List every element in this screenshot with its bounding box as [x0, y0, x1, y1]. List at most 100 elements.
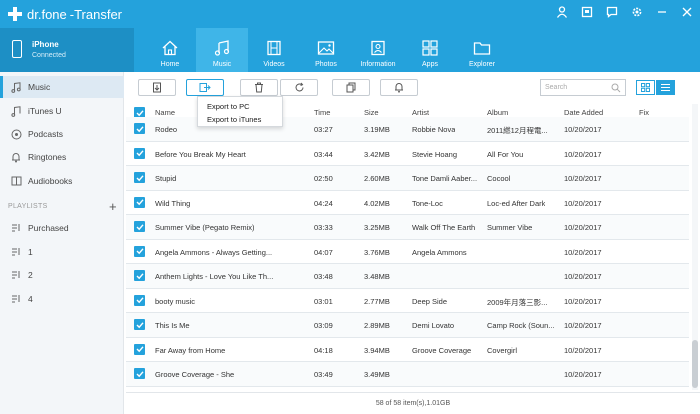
search-input[interactable]: Search: [540, 79, 626, 96]
contact-icon: [371, 40, 385, 56]
check-icon: [136, 297, 144, 304]
tab-home[interactable]: Home: [144, 28, 196, 72]
cell-album: 2009年月落三影...: [487, 297, 548, 307]
feedback-icon[interactable]: [605, 5, 619, 19]
close-icon[interactable]: [680, 5, 694, 19]
table-row[interactable]: Summer Vibe (Pegato Remix) 03:33 3.25MB Wal…: [126, 215, 689, 240]
sidebar-item-label: 2: [28, 270, 33, 280]
check-icon: [136, 272, 144, 279]
column-name[interactable]: Name: [155, 108, 175, 117]
column-size[interactable]: Size: [364, 108, 379, 117]
cell-date-added: 10/20/2017: [564, 370, 602, 379]
search-icon[interactable]: [611, 83, 621, 93]
cell-time: 03:48: [314, 272, 333, 281]
table-row[interactable]: booty music 03:01 2.77MB Deep Side 2009年月落三影…: [126, 289, 689, 313]
deduplicate-button[interactable]: [332, 79, 370, 96]
export-button[interactable]: [186, 79, 224, 96]
music-icon: [214, 40, 230, 56]
tab-music[interactable]: Music: [196, 28, 248, 72]
sidebar-item-music[interactable]: Music: [0, 76, 124, 98]
tab-apps[interactable]: Apps: [404, 28, 456, 72]
cell-name: Anthem Lights - Love You Like Th...: [155, 272, 274, 281]
row-checkbox[interactable]: [134, 123, 145, 134]
table-row[interactable]: Groove Coverage - She 03:49 3.49MB 10/20/20…: [126, 362, 689, 387]
tab-videos[interactable]: Videos: [248, 28, 300, 72]
tab-information[interactable]: Information: [352, 28, 404, 72]
refresh-button[interactable]: [280, 79, 318, 96]
column-album[interactable]: Album: [487, 108, 508, 117]
table-row[interactable]: Wild Thing 04:24 4.02MB Tone-Loc Loc-ed Afte…: [126, 191, 689, 215]
row-checkbox[interactable]: [134, 245, 145, 257]
row-checkbox[interactable]: [134, 196, 145, 208]
cell-album: Loc-ed After Dark: [487, 198, 546, 208]
row-checkbox[interactable]: [134, 221, 145, 232]
check-icon: [136, 199, 144, 206]
list-view-icon: [661, 84, 670, 91]
cell-name: Angela Ammons - Always Getting...: [155, 247, 273, 257]
column-artist[interactable]: Artist: [412, 108, 429, 117]
table-row[interactable]: Stupid 02:50 2.60MB Tone Damli Aaber... Coco…: [126, 166, 689, 191]
list-view-button[interactable]: [656, 80, 675, 95]
user-icon[interactable]: [555, 5, 569, 19]
row-checkbox[interactable]: [134, 147, 145, 159]
copy-icon: [346, 82, 356, 93]
sidebar-item-label: 4: [28, 294, 33, 304]
add-playlist-icon[interactable]: +: [109, 199, 117, 214]
row-checkbox[interactable]: [134, 343, 145, 355]
scrollbar-thumb[interactable]: [692, 340, 698, 388]
minimize-icon[interactable]: [655, 5, 669, 19]
cell-name: Stupid: [155, 174, 177, 183]
table-row[interactable]: Angela Ammons - Always Getting... 04:07 3.…: [126, 240, 689, 264]
cell-size: 3.19MB: [364, 125, 390, 134]
row-checkbox[interactable]: [134, 368, 145, 379]
cell-name: Groove Coverage - She: [155, 370, 235, 379]
delete-button[interactable]: [240, 79, 278, 96]
settings-gear-icon[interactable]: [630, 5, 644, 19]
export-menu: Export to PC Export to iTunes: [197, 96, 283, 127]
table-row[interactable]: Before You Break My Heart 03:44 3.42MB Stev…: [126, 142, 689, 166]
ringtone-maker-button[interactable]: [380, 79, 418, 96]
table-row[interactable]: Far Away from Home 04:18 3.94MB Groove Cove…: [126, 338, 689, 362]
cell-size: 3.76MB: [364, 247, 390, 257]
cell-time: 04:07: [314, 247, 333, 257]
grid-view-button[interactable]: [636, 80, 655, 95]
podcast-icon: [10, 129, 22, 140]
device-panel[interactable]: iPhone Connected: [0, 28, 134, 72]
sidebar-item-itunes-u[interactable]: iTunes U: [0, 100, 124, 122]
sidebar-item-podcasts[interactable]: Podcasts: [0, 123, 124, 145]
tab-explorer[interactable]: Explorer: [456, 28, 508, 72]
column-time[interactable]: Time: [314, 108, 330, 117]
playlist-item-1[interactable]: 1: [0, 241, 124, 263]
column-date-added[interactable]: Date Added: [564, 108, 603, 117]
cell-name: Far Away from Home: [155, 345, 226, 355]
row-checkbox[interactable]: [134, 270, 145, 281]
sidebar-item-label: Podcasts: [28, 129, 63, 139]
cell-artist: Tone Damli Aaber...: [412, 174, 478, 183]
status-text: 58 of 58 item(s),1.01GB: [375, 400, 451, 407]
cell-date-added: 10/20/2017: [564, 174, 602, 183]
refresh-icon: [295, 82, 303, 92]
sidebar-item-audiobooks[interactable]: Audiobooks: [0, 170, 124, 192]
toolbox-icon[interactable]: [580, 5, 594, 19]
column-fix[interactable]: Fix: [639, 108, 649, 117]
row-checkbox[interactable]: [134, 294, 145, 306]
export-to-pc-item[interactable]: Export to PC: [207, 102, 250, 111]
row-checkbox[interactable]: [134, 319, 145, 330]
playlist-item-4[interactable]: 4: [0, 288, 124, 310]
add-button[interactable]: [138, 79, 176, 96]
cell-date-added: 10/20/2017: [564, 125, 602, 134]
search-placeholder: Search: [545, 84, 568, 91]
sidebar-item-label: Purchased: [28, 223, 69, 233]
row-checkbox[interactable]: [134, 172, 145, 183]
check-icon: [136, 109, 144, 116]
tab-photos[interactable]: Photos: [300, 28, 352, 72]
table-row[interactable]: This Is Me 03:09 2.89MB Demi Lovato Camp Roc…: [126, 313, 689, 338]
itunes-u-icon: [10, 105, 22, 117]
table-row[interactable]: Anthem Lights - Love You Like Th... 03:48…: [126, 264, 689, 289]
playlist-item-purchased[interactable]: Purchased: [0, 217, 124, 239]
sidebar-item-ringtones[interactable]: Ringtones: [0, 146, 124, 168]
book-icon: [10, 176, 22, 186]
export-to-itunes-item[interactable]: Export to iTunes: [207, 115, 261, 124]
playlist-item-2[interactable]: 2: [0, 264, 124, 286]
check-icon: [136, 321, 144, 328]
